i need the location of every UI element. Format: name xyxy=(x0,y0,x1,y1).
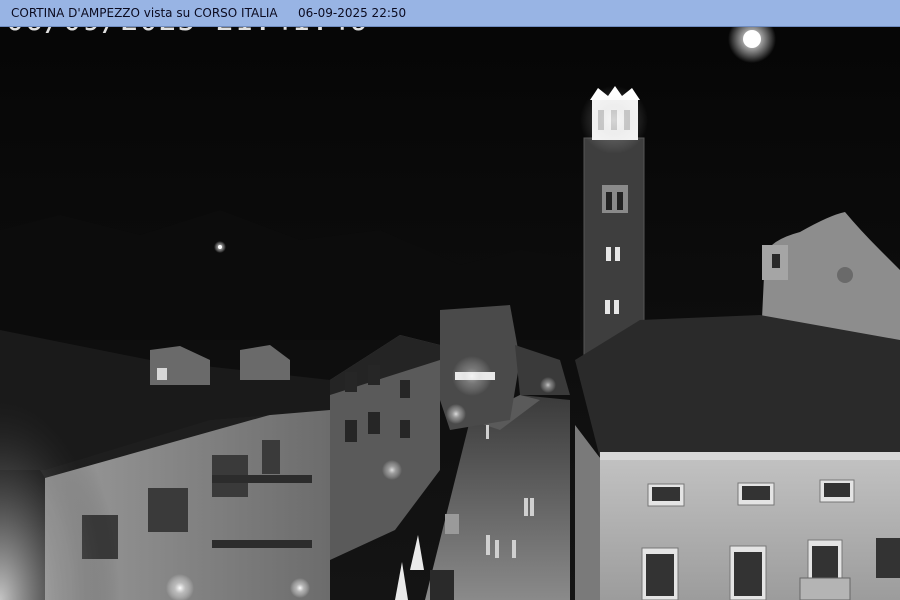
right-building-roof xyxy=(575,315,900,458)
location-label: CORTINA D'AMPEZZO vista su CORSO ITALIA xyxy=(11,6,278,20)
webcam-frame: 06/09/2025 21:41:46 CORTINA D'AMPEZZO vi… xyxy=(0,0,900,600)
lens-haze xyxy=(0,380,120,600)
webcam-caption-bar: CORTINA D'AMPEZZO vista su CORSO ITALIA … xyxy=(0,0,900,27)
timestamp-label: 06-09-2025 22:50 xyxy=(298,6,407,20)
night-street-photo xyxy=(0,0,900,600)
moon xyxy=(743,30,761,48)
